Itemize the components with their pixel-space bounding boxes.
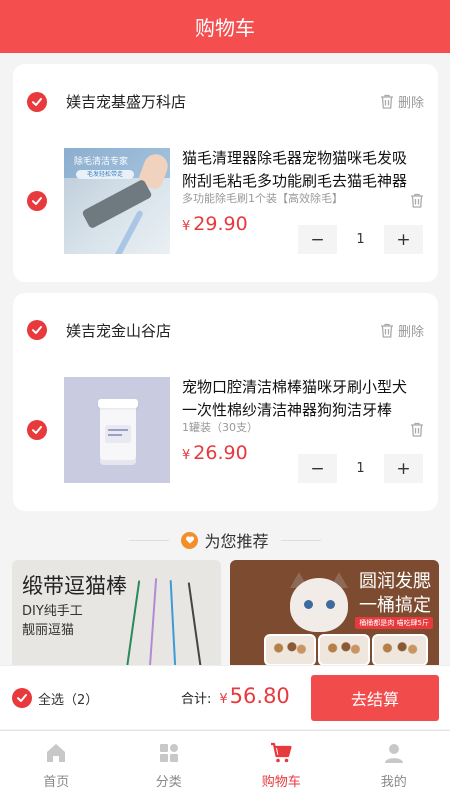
- cat-wand-graphic: [148, 578, 158, 666]
- recommend-card-line: DIY纯手工: [22, 604, 83, 619]
- recommend-header: 为您推荐: [0, 528, 450, 552]
- currency-symbol: ¥: [182, 219, 191, 234]
- item-checkbox[interactable]: [27, 420, 47, 440]
- currency-symbol: ¥: [182, 448, 191, 463]
- recommend-card[interactable]: 圆润发腮 一桶搞定 桶桶都是肉 喵吃肆5斤: [230, 560, 439, 666]
- cart-icon: [271, 742, 292, 763]
- tab-label: 分类: [155, 775, 182, 790]
- delete-store-button[interactable]: 删除: [380, 92, 424, 111]
- checkout-bar: 全选（2） 合计: ¥ 56.80 去结算: [0, 665, 450, 729]
- jar-label-graphic: [105, 425, 131, 443]
- quantity-value[interactable]: 1: [337, 225, 384, 254]
- checkout-button[interactable]: 去结算: [311, 675, 439, 721]
- store-name[interactable]: 媄吉宠金山谷店: [66, 320, 171, 341]
- cat-wand-graphic: [169, 580, 177, 666]
- image-title: 除毛清洁专家: [74, 157, 129, 167]
- tab-bar: 首页 分类 购物车 我的: [0, 730, 450, 800]
- increment-button[interactable]: +: [384, 454, 423, 483]
- tab-label: 购物车: [261, 775, 301, 790]
- product-price: ¥29.90: [182, 213, 248, 235]
- check-icon: [32, 197, 42, 205]
- quantity-stepper: − 1 +: [298, 225, 423, 254]
- trash-icon: [380, 323, 393, 338]
- recommend-card-badge: 桶桶都是肉 喵吃肆5斤: [355, 617, 433, 629]
- trash-icon[interactable]: [410, 422, 424, 437]
- mop-handle-graphic: [114, 209, 144, 254]
- store-card: 媄吉宠基盛万科店 删除 除毛清洁专家 毛发轻松带走 猫毛清理器除毛器宠物猫咪毛发…: [13, 64, 438, 282]
- product-price: ¥26.90: [182, 442, 248, 464]
- cat-graphic: [290, 578, 348, 632]
- food-tray-graphic: [372, 634, 428, 666]
- page-title: 购物车: [195, 16, 255, 40]
- jar-lid-graphic: [98, 399, 138, 408]
- trash-icon[interactable]: [410, 193, 424, 208]
- currency-symbol: ¥: [219, 692, 228, 707]
- cat-wand-graphic: [187, 582, 203, 666]
- total-label: 合计:: [181, 692, 212, 707]
- image-subtitle: 毛发轻松带走: [76, 170, 134, 179]
- recommend-card-line: 一桶搞定: [359, 595, 431, 616]
- product-spec: 多功能除毛刷1个装【高效除毛】: [182, 192, 343, 205]
- page-header: 购物车: [0, 0, 450, 53]
- price-value: 29.90: [193, 213, 248, 235]
- tab-home[interactable]: 首页: [0, 731, 113, 800]
- check-icon: [17, 694, 27, 702]
- profile-icon: [384, 744, 403, 763]
- food-tray-graphic: [264, 634, 316, 666]
- store-card: 媄吉宠金山谷店 删除 宠物口腔清洁棉棒猫咪牙刷小型犬一次性棉纱清洁神器狗狗洁牙棒…: [13, 293, 438, 511]
- delete-label: 删除: [397, 325, 424, 340]
- decrement-button[interactable]: −: [298, 225, 337, 254]
- store-checkbox[interactable]: [27, 320, 47, 340]
- select-all[interactable]: 全选（2）: [12, 688, 98, 708]
- tab-label: 首页: [43, 775, 70, 790]
- quantity-stepper: − 1 +: [298, 454, 423, 483]
- select-all-label: 全选（2）: [38, 692, 99, 708]
- price-value: 26.90: [193, 442, 248, 464]
- check-icon: [32, 98, 42, 106]
- store-name[interactable]: 媄吉宠基盛万科店: [66, 91, 186, 112]
- tab-label: 我的: [380, 775, 407, 790]
- item-checkbox[interactable]: [27, 191, 47, 211]
- category-icon: [159, 744, 178, 762]
- quantity-value[interactable]: 1: [337, 454, 384, 483]
- decrement-button[interactable]: −: [298, 454, 337, 483]
- divider: [280, 539, 321, 541]
- product-title[interactable]: 猫毛清理器除毛器宠物猫咪毛发吸附刮毛粘毛多功能刷毛去猫毛神器: [182, 147, 414, 193]
- check-icon: [32, 426, 42, 434]
- heart-icon: [181, 531, 199, 549]
- cat-eye-graphic: [326, 600, 335, 609]
- trash-icon: [380, 94, 393, 109]
- recommend-card[interactable]: 缎带逗猫棒 DIY纯手工 靓丽逗猫: [12, 560, 221, 666]
- increment-button[interactable]: +: [384, 225, 423, 254]
- store-checkbox[interactable]: [27, 92, 47, 112]
- recommend-card-title: 圆润发腮 一桶搞定: [359, 570, 431, 618]
- home-icon: [47, 744, 66, 762]
- recommend-card-title: 缎带逗猫棒: [22, 574, 127, 598]
- total: 合计: ¥ 56.80: [181, 684, 290, 708]
- mop-head-graphic: [81, 178, 153, 230]
- cat-wand-graphic: [125, 580, 141, 666]
- recommend-card-line: 圆润发腮: [359, 571, 431, 592]
- tab-cart[interactable]: 购物车: [225, 731, 338, 800]
- food-tray-graphic: [318, 634, 370, 666]
- cat-eye-graphic: [304, 600, 313, 609]
- delete-label: 删除: [397, 96, 424, 111]
- select-all-checkbox[interactable]: [12, 688, 32, 708]
- recommend-card-line: 靓丽逗猫: [22, 623, 75, 638]
- tab-category[interactable]: 分类: [113, 731, 226, 800]
- product-spec: 1罐装（30支）: [182, 421, 258, 434]
- product-image[interactable]: 除毛清洁专家 毛发轻松带走: [64, 148, 170, 254]
- divider: [129, 539, 170, 541]
- recommend-card-subtitle: DIY纯手工 靓丽逗猫: [22, 602, 83, 640]
- delete-store-button[interactable]: 删除: [380, 321, 424, 340]
- total-value: 56.80: [229, 684, 290, 708]
- product-image[interactable]: [64, 377, 170, 483]
- recommend-label: 为您推荐: [204, 532, 269, 551]
- tab-profile[interactable]: 我的: [338, 731, 450, 800]
- product-title[interactable]: 宠物口腔清洁棉棒猫咪牙刷小型犬一次性棉纱清洁神器狗狗洁牙棒: [182, 376, 414, 422]
- check-icon: [32, 326, 42, 334]
